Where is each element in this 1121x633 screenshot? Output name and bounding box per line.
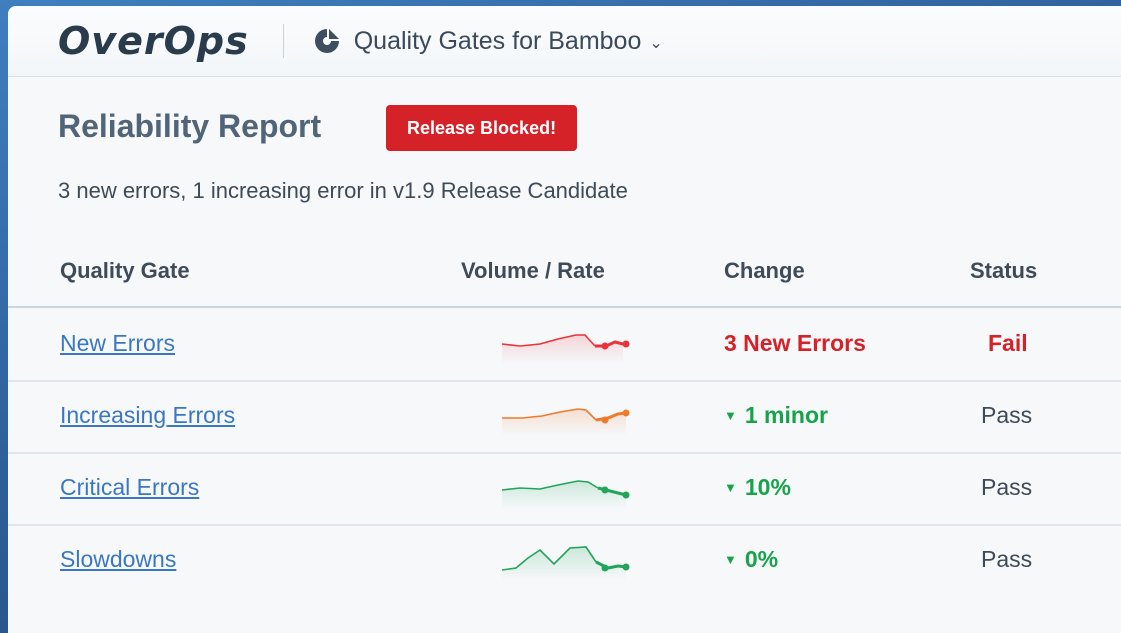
sparkline-increasing-errors	[502, 408, 630, 436]
trend-down-icon: ▼	[724, 408, 737, 423]
change-text: 1 minor	[744, 402, 828, 428]
chevron-down-icon[interactable]: ⌄	[649, 33, 662, 53]
status-value: Fail	[988, 330, 1028, 356]
overops-logo[interactable]: OverOps	[58, 19, 249, 63]
change-value: ▼ 0%	[724, 546, 778, 573]
gate-link-slowdowns[interactable]: Slowdowns	[60, 546, 176, 573]
trend-down-icon: ▼	[724, 480, 737, 495]
table-row: New Errors 3 New Errors Fail	[8, 308, 1121, 382]
column-header-volume-rate: Volume / Rate	[461, 258, 605, 283]
header-divider	[282, 24, 284, 58]
status-value: Pass	[981, 474, 1033, 500]
app-title[interactable]: Quality Gates for Bamboo	[354, 27, 642, 56]
change-value: ▼ 10%	[724, 474, 791, 501]
bamboo-logo-icon	[314, 29, 339, 53]
change-text: 0%	[744, 546, 779, 572]
table-row: Slowdowns ▼ 0% Pass	[8, 524, 1121, 596]
report-summary: 3 new errors, 1 increasing error in v1.9…	[58, 178, 628, 203]
status-value: Pass	[981, 546, 1033, 572]
table-row: Increasing Errors ▼ 1 minor Pass	[8, 380, 1121, 454]
gate-link-new-errors[interactable]: New Errors	[60, 330, 175, 357]
sparkline-new-errors	[501, 334, 630, 364]
column-header-quality-gate: Quality Gate	[60, 258, 190, 283]
top-bar: OverOps Quality Gates for Bamboo ⌄	[8, 6, 1121, 77]
sparkline-slowdowns	[501, 546, 630, 580]
gate-link-increasing-errors[interactable]: Increasing Errors	[60, 402, 235, 429]
page-title: Reliability Report	[58, 108, 322, 144]
change-value: ▼ 1 minor	[724, 402, 828, 429]
trend-down-icon: ▼	[724, 552, 737, 567]
sparkline-critical-errors	[501, 480, 630, 508]
table-row: Critical Errors ▼ 10% Pass	[8, 452, 1121, 526]
column-header-status: Status	[970, 258, 1038, 283]
change-value: 3 New Errors	[724, 330, 866, 356]
gate-link-critical-errors[interactable]: Critical Errors	[60, 474, 199, 501]
quality-gates-panel: OverOps Quality Gates for Bamboo ⌄ Relia…	[8, 6, 1121, 633]
status-value: Pass	[981, 402, 1033, 428]
column-header-change: Change	[724, 258, 805, 283]
status-badge: Release Blocked!	[386, 105, 578, 151]
change-text: 10%	[744, 474, 791, 500]
